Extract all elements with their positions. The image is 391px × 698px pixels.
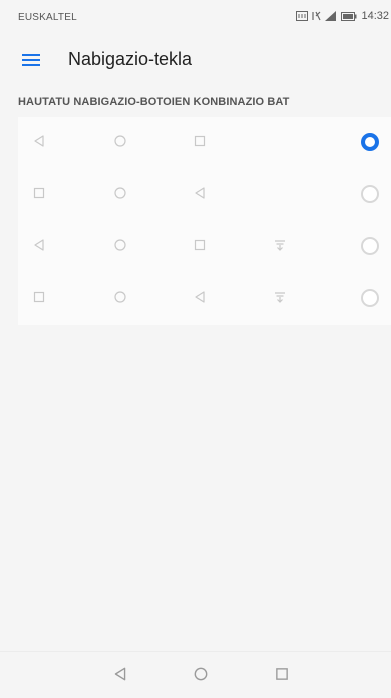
app-bar: Nabigazio-tekla: [0, 36, 391, 88]
menu-icon[interactable]: [22, 51, 40, 67]
carrier-label: EUSKALTEL: [18, 12, 77, 23]
option-row[interactable]: [18, 221, 391, 273]
back-icon: [32, 238, 50, 256]
home-icon: [113, 238, 131, 256]
recents-icon: [32, 186, 50, 204]
status-icons: 14:32: [296, 10, 389, 22]
radio-unselected[interactable]: [361, 289, 379, 307]
recents-icon: [193, 238, 211, 256]
back-icon: [193, 290, 211, 308]
notifications-icon: [273, 290, 291, 308]
back-icon: [32, 134, 50, 152]
system-nav-bar: [0, 651, 391, 698]
system-recents-icon[interactable]: [274, 666, 290, 687]
back-icon: [193, 186, 211, 204]
notifications-icon: [273, 238, 291, 256]
vibrate-icon: [312, 11, 322, 21]
home-icon: [113, 186, 131, 204]
option-row[interactable]: [18, 117, 391, 169]
section-header: HAUTATU NABIGAZIO-BOTOIEN KONBINAZIO BAT: [18, 96, 290, 108]
radio-selected[interactable]: [361, 133, 379, 151]
signal-icon: [325, 11, 337, 21]
radio-unselected[interactable]: [361, 237, 379, 255]
page-title: Nabigazio-tekla: [68, 49, 193, 69]
battery-icon: [341, 11, 357, 21]
status-bar: EUSKALTEL 14:32: [0, 0, 391, 36]
recents-icon: [193, 134, 211, 152]
option-row[interactable]: [18, 273, 391, 325]
home-icon: [113, 134, 131, 152]
nav-combination-list: [18, 117, 391, 325]
system-home-icon[interactable]: [193, 666, 209, 687]
nfc-icon: [296, 11, 309, 21]
system-back-icon[interactable]: [112, 666, 128, 687]
recents-icon: [32, 290, 50, 308]
radio-unselected[interactable]: [361, 185, 379, 203]
home-icon: [113, 290, 131, 308]
clock-label: 14:32: [361, 10, 389, 22]
option-row[interactable]: [18, 169, 391, 221]
